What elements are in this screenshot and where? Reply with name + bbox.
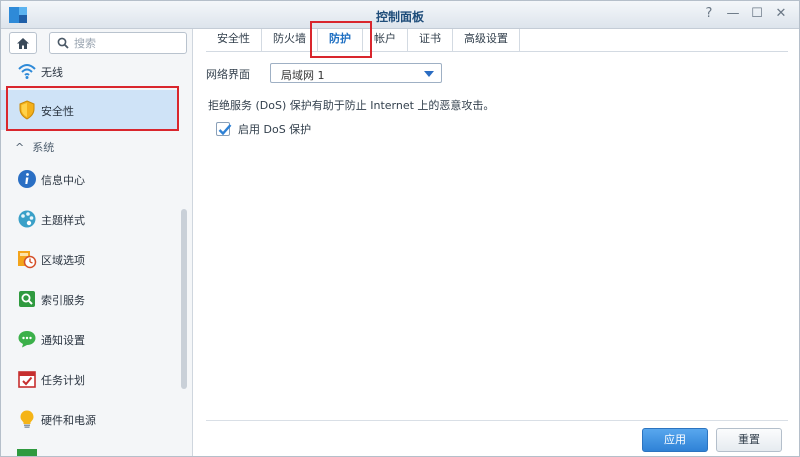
sidebar-item-label: 任务计划 <box>41 374 85 387</box>
home-icon <box>17 37 29 49</box>
dos-protection-checkbox[interactable] <box>216 122 232 136</box>
region-icon <box>18 251 37 269</box>
reset-button[interactable]: 重置 <box>716 428 782 452</box>
dos-description: 拒绝服务 (DoS) 保护有助于防止 Internet 上的恶意攻击。 <box>208 99 495 112</box>
sidebar: 无线 安全性 ^系统 信息中心 <box>1 29 193 456</box>
sidebar-item-label: 通知设置 <box>41 334 85 347</box>
sidebar-item-label: 主题样式 <box>41 214 85 227</box>
network-interface-select[interactable]: 局域网 1 <box>270 63 442 83</box>
sidebar-item-notifications[interactable]: 通知设置 <box>1 319 179 359</box>
sidebar-item-wireless[interactable]: 无线 <box>1 51 179 91</box>
sidebar-scrollbar[interactable] <box>181 209 187 389</box>
tab-security[interactable]: 安全性 <box>206 29 262 51</box>
highlight-box-protection-tab <box>310 21 372 58</box>
chat-bubble-icon <box>18 331 36 348</box>
palette-icon <box>18 210 36 228</box>
sidebar-item-label: 信息中心 <box>41 174 85 187</box>
search-icon <box>57 37 69 49</box>
close-button[interactable]: ✕ <box>773 6 789 22</box>
sidebar-item-label: 索引服务 <box>41 294 85 307</box>
network-interface-value: 局域网 1 <box>281 69 325 82</box>
maximize-button[interactable]: ☐ <box>749 6 765 22</box>
search-input[interactable] <box>74 35 182 51</box>
wifi-icon <box>18 64 36 79</box>
chevron-up-icon: ^ <box>15 141 25 154</box>
tab-certificate[interactable]: 证书 <box>408 29 453 51</box>
tab-advanced[interactable]: 高级设置 <box>453 29 520 51</box>
group-label: 系统 <box>32 141 55 154</box>
highlight-box-security <box>6 86 179 131</box>
minimize-button[interactable]: — <box>725 6 741 22</box>
group-header-system[interactable]: ^ 系统 <box>15 139 55 154</box>
sidebar-item-label: 硬件和电源 <box>41 414 96 427</box>
tab-divider <box>206 51 788 52</box>
footer-divider <box>206 420 788 421</box>
sidebar-item-hardware-power[interactable]: 硬件和电源 <box>1 399 179 439</box>
title-bar[interactable]: 控制面板 ? — ☐ ✕ <box>1 1 799 29</box>
checkmark-icon <box>218 124 232 136</box>
network-interface-label: 网络界面 <box>206 68 250 81</box>
dos-protection-label: 启用 DoS 保护 <box>238 123 312 136</box>
sidebar-item-theme[interactable]: 主题样式 <box>1 199 179 239</box>
bulb-icon <box>20 410 34 428</box>
sidebar-item-info-center[interactable]: 信息中心 <box>1 159 179 199</box>
apply-button[interactable]: 应用 <box>642 428 708 452</box>
dos-protection-option[interactable]: 启用 DoS 保护 <box>216 121 311 137</box>
window-title: 控制面板 <box>375 10 424 24</box>
sidebar-item-region[interactable]: 区域选项 <box>1 239 179 279</box>
info-icon <box>18 170 36 188</box>
main-panel: 安全性 防火墙 防护 帐户 证书 高级设置 网络界面 局域网 1 拒绝服务 (D… <box>194 21 799 456</box>
control-panel-window: 控制面板 ? — ☐ ✕ 搜索 无线 安全性 ^ 系统 信息中心 主题样式 区域… <box>0 0 800 457</box>
sidebar-item-task-scheduler[interactable]: 任务计划 <box>1 359 179 399</box>
sidebar-item-indexing[interactable]: 索引服务 <box>1 279 179 319</box>
calendar-check-icon <box>18 371 36 388</box>
next-item-icon-partial <box>17 449 37 456</box>
help-button[interactable]: ? <box>701 6 717 22</box>
sidebar-item-label: 区域选项 <box>41 254 85 267</box>
index-search-icon <box>19 291 35 307</box>
sidebar-item-label: 无线 <box>41 66 63 79</box>
dropdown-arrow-icon <box>424 71 434 77</box>
